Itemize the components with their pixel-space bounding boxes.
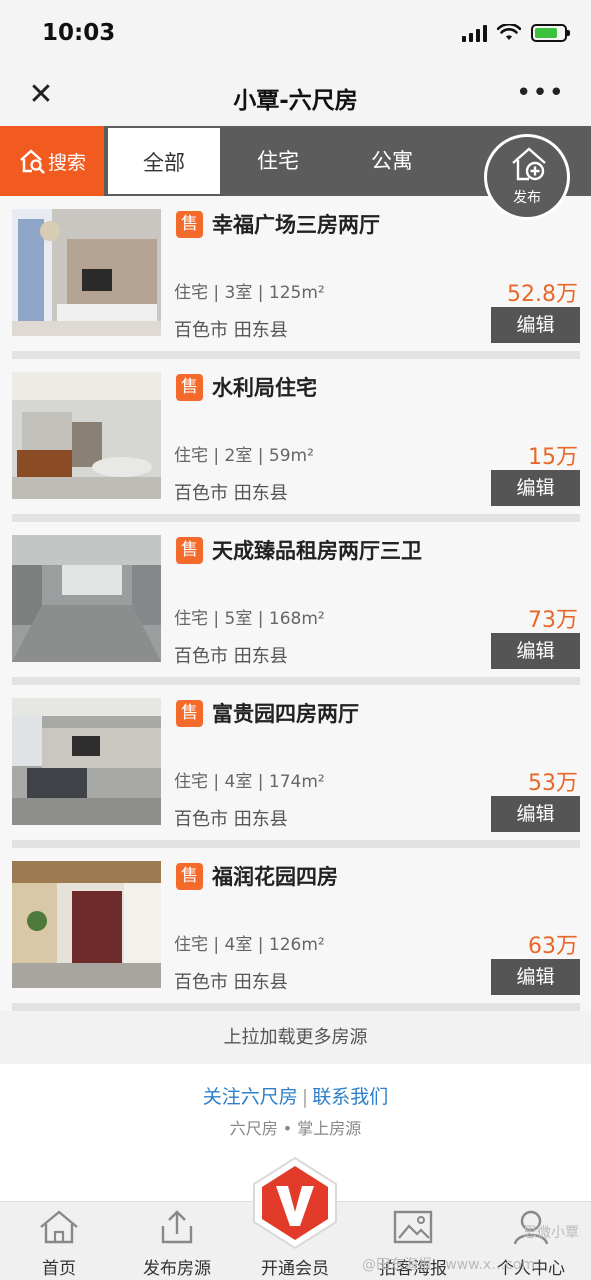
listing-specs: 住宅 | 4室 | 174m²	[174, 772, 325, 792]
footer-links: 关注六尺房 | 联系我们	[0, 1082, 591, 1109]
sale-badge: 售	[176, 863, 203, 890]
card-divider	[12, 677, 580, 685]
listing-price: 63万	[528, 934, 578, 959]
house-plus-icon	[512, 147, 546, 181]
edit-button[interactable]: 编辑	[491, 307, 580, 343]
listing-location: 百色市 田东县	[174, 646, 288, 667]
card-divider	[12, 840, 580, 848]
listing-specs: 住宅 | 2室 | 59m²	[174, 446, 314, 466]
listing-card[interactable]: 售 幸福广场三房两厅 住宅 | 3室 | 125m² 百色市 田东县 52.8万…	[0, 196, 591, 359]
image-icon	[393, 1210, 433, 1244]
listing-photo	[12, 372, 161, 499]
listing-photo	[12, 698, 161, 825]
listing-price: 73万	[528, 608, 578, 633]
status-time: 10:03	[42, 20, 116, 46]
publish-label: 发布	[513, 190, 541, 206]
status-bar: 10:03	[0, 0, 591, 66]
status-icons	[462, 24, 570, 42]
publish-button[interactable]: 发布	[484, 134, 570, 220]
nav-home-label: 首页	[42, 1259, 76, 1279]
listing-price: 52.8万	[507, 282, 578, 307]
nav-home[interactable]: 首页	[0, 1208, 118, 1279]
follow-link[interactable]: 关注六尺房	[203, 1086, 298, 1108]
upload-icon	[161, 1210, 193, 1244]
listing-location: 百色市 田东县	[174, 972, 288, 993]
listing-title[interactable]: 天成臻品租房两厅三卫	[212, 535, 422, 565]
listing-card[interactable]: 售 天成臻品租房两厅三卫 住宅 | 5室 | 168m² 百色市 田东县 73万…	[0, 522, 591, 685]
listing-specs: 住宅 | 4室 | 126m²	[174, 935, 325, 955]
card-divider	[12, 1003, 580, 1011]
sale-badge: 售	[176, 374, 203, 401]
edit-button[interactable]: 编辑	[491, 470, 580, 506]
nav-publish[interactable]: 发布房源	[118, 1208, 236, 1279]
listing-price: 15万	[528, 445, 578, 470]
vip-badge-icon[interactable]	[252, 1156, 338, 1250]
wifi-icon	[497, 24, 521, 40]
listing-location: 百色市 田东县	[174, 320, 288, 341]
sale-badge: 售	[176, 211, 203, 238]
listing-photo	[12, 861, 161, 988]
listing-specs: 住宅 | 3室 | 125m²	[174, 283, 325, 303]
card-divider	[12, 351, 580, 359]
more-icon[interactable]: •••	[516, 78, 565, 108]
sale-badge: 售	[176, 537, 203, 564]
edit-button[interactable]: 编辑	[491, 959, 580, 995]
footer-separator: |	[301, 1086, 309, 1108]
tab-all[interactable]: 全部	[106, 126, 222, 196]
listing-specs: 住宅 | 5室 | 168m²	[174, 609, 325, 629]
search-tab[interactable]: 搜索	[0, 126, 104, 196]
listing-photo	[12, 535, 161, 662]
signal-icon	[462, 24, 487, 42]
page-title: 小覃-六尺房	[233, 88, 358, 114]
search-tab-label: 搜索	[47, 151, 86, 174]
listing-price: 53万	[528, 771, 578, 796]
nav-bar: ✕ 小覃-六尺房 •••	[0, 66, 591, 126]
watermark-line2: @田东海报 · www.x…com	[362, 1257, 536, 1273]
tab-apartment[interactable]: 公寓	[334, 126, 450, 196]
listing-location: 百色市 田东县	[174, 483, 288, 504]
sale-badge: 售	[176, 700, 203, 727]
nav-publish-label: 发布房源	[143, 1259, 211, 1279]
contact-link[interactable]: 联系我们	[312, 1086, 388, 1108]
footer-tagline: 六尺房 • 掌上房源	[229, 1119, 362, 1138]
battery-icon	[531, 24, 570, 42]
edit-button[interactable]: 编辑	[491, 633, 580, 669]
home-icon	[40, 1210, 78, 1244]
listing-location: 百色市 田东县	[174, 809, 288, 830]
nav-vip-label: 开通会员	[261, 1259, 329, 1279]
edit-button[interactable]: 编辑	[491, 796, 580, 832]
listing-title[interactable]: 幸福广场三房两厅	[212, 209, 380, 239]
watermark-line1: 思微小覃	[523, 1225, 579, 1241]
house-search-icon	[20, 149, 45, 174]
listing-title[interactable]: 富贵园四房两厅	[212, 698, 359, 728]
listing-title[interactable]: 水利局住宅	[212, 372, 317, 402]
load-more-hint: 上拉加载更多房源	[0, 1012, 591, 1064]
listing-title[interactable]: 福润花园四房	[212, 861, 338, 891]
listing-card[interactable]: 售 水利局住宅 住宅 | 2室 | 59m² 百色市 田东县 15万 编辑	[0, 359, 591, 522]
tab-residential[interactable]: 住宅	[222, 126, 334, 196]
listing-photo	[12, 209, 161, 336]
card-divider	[12, 514, 580, 522]
listing-card[interactable]: 售 富贵园四房两厅 住宅 | 4室 | 174m² 百色市 田东县 53万 编辑	[0, 685, 591, 848]
listing-card[interactable]: 售 福润花园四房 住宅 | 4室 | 126m² 百色市 田东县 63万 编辑	[0, 848, 591, 1011]
